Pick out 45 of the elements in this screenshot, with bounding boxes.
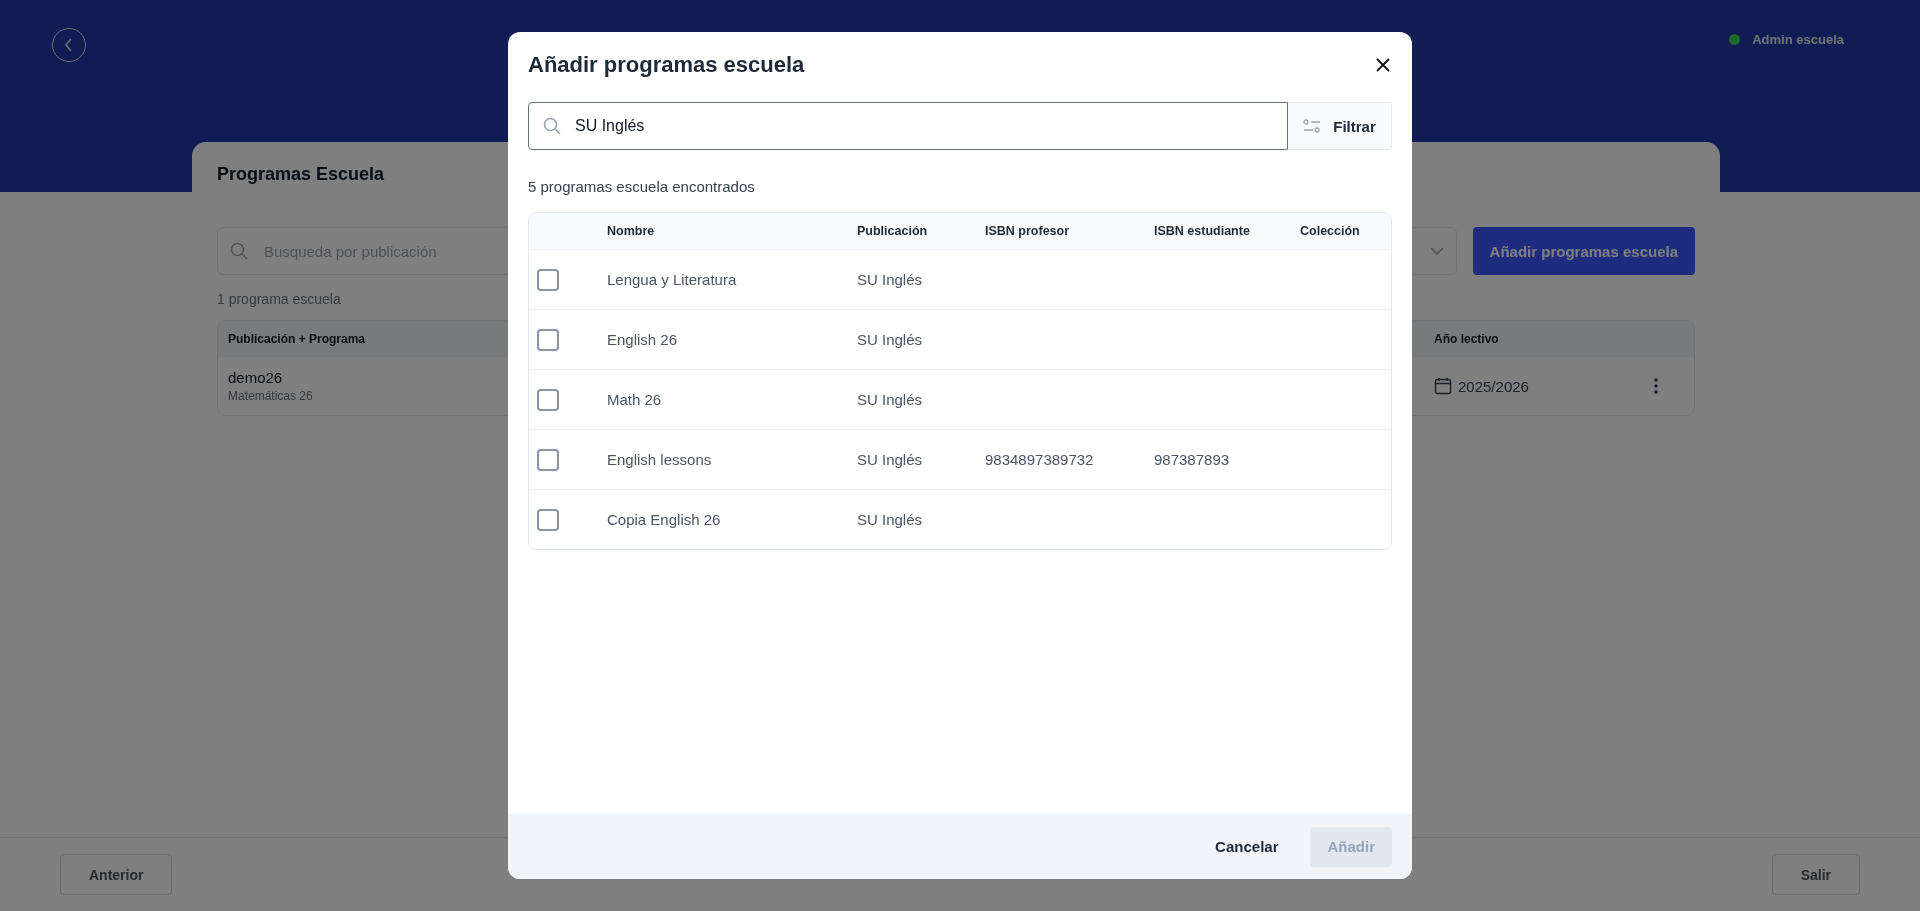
table-cell-text: SU Inglés (857, 511, 924, 528)
table-cell-text: Copia English 26 (607, 511, 722, 528)
chevron-down-icon (1429, 247, 1444, 255)
column-header: Publicación + Programa (228, 332, 366, 346)
checkbox[interactable] (537, 508, 559, 531)
column-header: Colección (1300, 224, 1361, 238)
table-cell-text: SU Inglés (857, 391, 924, 408)
add-programs-button[interactable]: Añadir programas escuela (1472, 227, 1695, 275)
program-title: demo26 (228, 369, 284, 386)
table-cell-text: English lessons (607, 451, 713, 468)
search-icon (543, 117, 561, 135)
result-count: 1 programa escuela (217, 291, 342, 307)
more-icon[interactable] (1654, 378, 1658, 394)
table-cell-text: SU Inglés (857, 451, 924, 468)
checkbox[interactable] (537, 328, 559, 351)
dialog-title: Añadir programas escuela (528, 52, 805, 78)
column-header: ISBN profesor (985, 224, 1071, 238)
footer-button[interactable]: Anterior (60, 854, 173, 895)
column-header: Año lectivo (1434, 332, 1500, 346)
sliders-icon (1303, 119, 1322, 133)
checkbox[interactable] (537, 388, 559, 411)
table-cell-text: SU Inglés (857, 331, 924, 348)
cancel-button[interactable]: Cancelar (1195, 826, 1299, 867)
user-name: Admin escuela (1752, 32, 1844, 47)
table-cell-text: English 26 (607, 331, 679, 348)
search-field[interactable]: SU Inglés (528, 102, 1288, 150)
result-count: 5 programas escuela encontrados (528, 178, 756, 195)
filter-button[interactable]: Filtrar (1288, 102, 1392, 150)
card-title: Programas Escuela (217, 164, 385, 185)
table-cell-text: SU Inglés (857, 271, 924, 288)
column-header: ISBN estudiante (1154, 224, 1251, 238)
column-header: Publicación (857, 224, 929, 238)
calendar-icon (1434, 377, 1452, 395)
footer-button[interactable]: Salir (1771, 854, 1860, 895)
chevron-left-icon (63, 38, 75, 52)
table-cell-text: 987387893 (1154, 451, 1231, 468)
column-header: Nombre (607, 224, 656, 238)
table-cell-text: 9834897389732 (985, 451, 1095, 468)
search-icon (230, 242, 248, 260)
school-year: 2025/2026 (1458, 377, 1529, 395)
program-subtitle: Matemáticas 26 (228, 389, 313, 403)
checkbox[interactable] (537, 448, 559, 471)
table-cell-text: Math 26 (607, 391, 663, 408)
table-cell-text: Lengua y Literatura (607, 271, 738, 288)
checkbox[interactable] (537, 268, 559, 291)
